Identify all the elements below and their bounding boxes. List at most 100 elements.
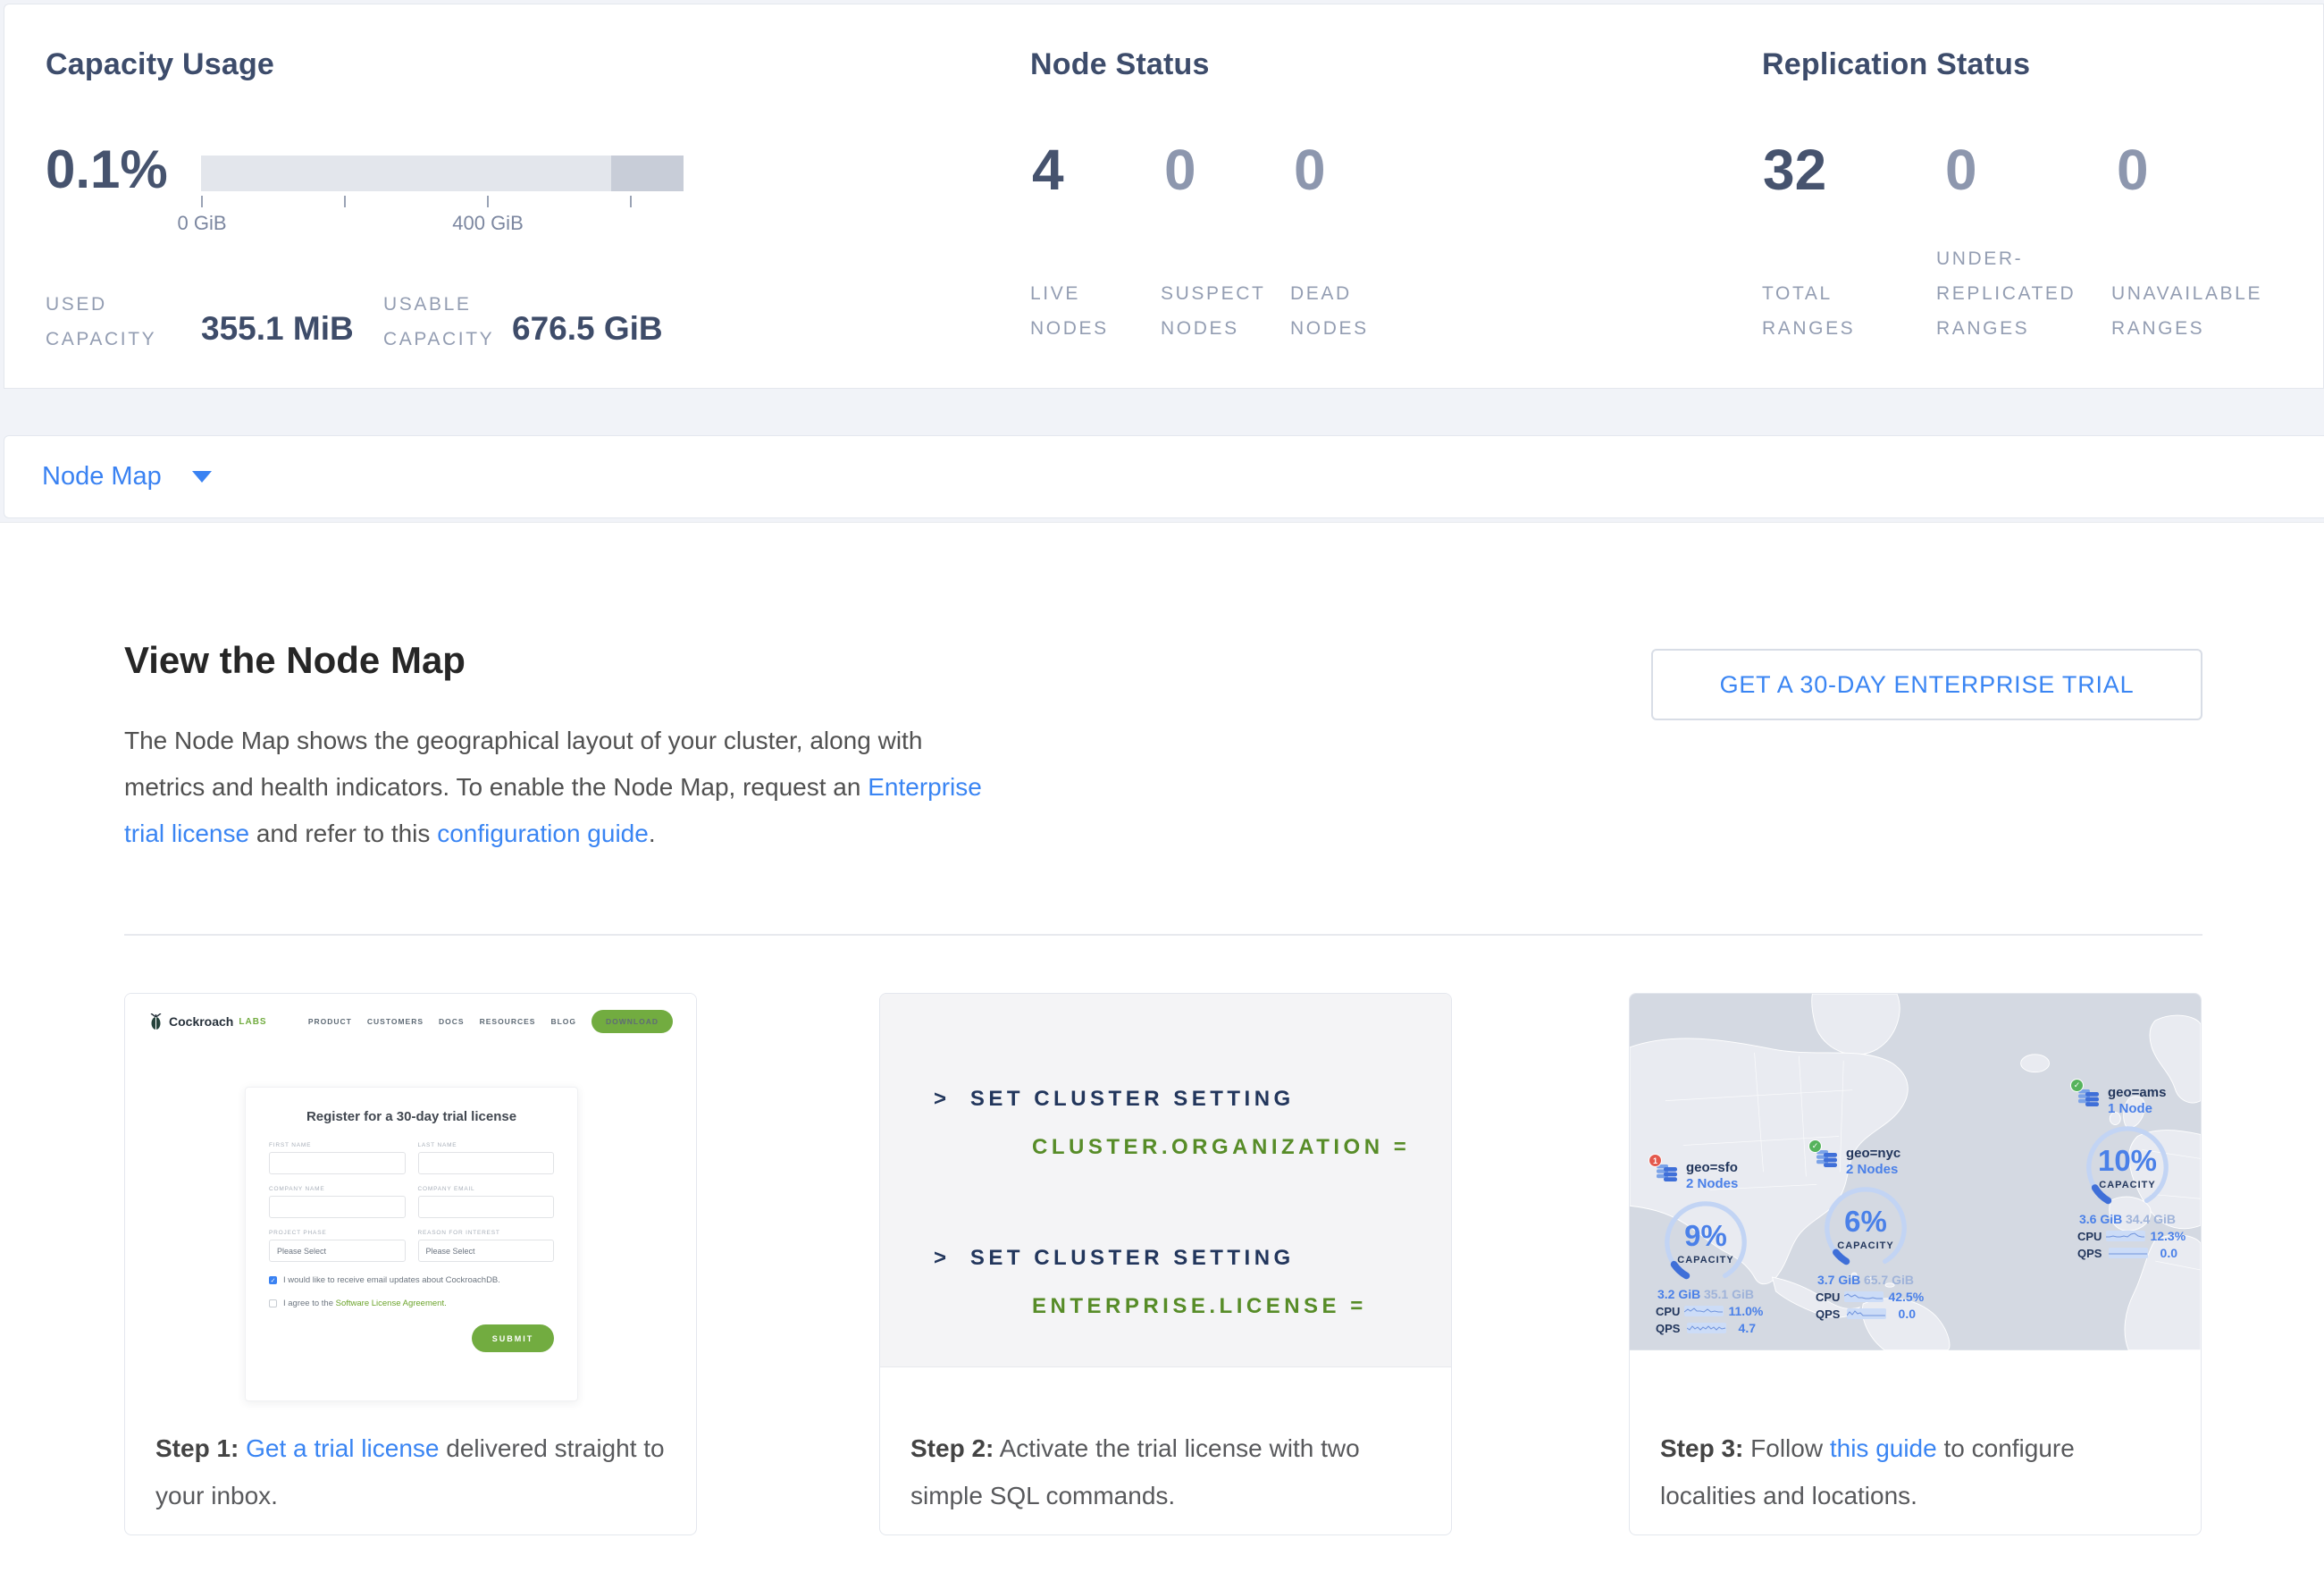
- mini-nav-links: PRODUCT CUSTOMERS DOCS RESOURCES BLOG DO…: [308, 1010, 673, 1033]
- under-replicated-label: UNDER-REPLICATED RANGES: [1936, 235, 2111, 346]
- mini-nav-item: PRODUCT: [308, 1017, 352, 1026]
- total-gib: 34.4 GiB: [2126, 1212, 2176, 1226]
- step3-card: 1 geo=sfo 2 Nodes 9% CAPACITY: [1629, 993, 2202, 1535]
- node-status-title: Node Status: [1030, 47, 1210, 82]
- intro-text: The Node Map shows the geographical layo…: [124, 727, 922, 801]
- cpu-value: 42.5%: [1888, 1290, 1924, 1304]
- brand-suffix: LABS: [239, 1017, 266, 1027]
- mini-reason-select: Please Select: [418, 1240, 555, 1262]
- step1-card: Cockroach LABS PRODUCT CUSTOMERS DOCS RE…: [124, 993, 697, 1535]
- usable-capacity-label: USABLE CAPACITY: [383, 287, 531, 357]
- capacity-gauge: 6% CAPACITY: [1823, 1185, 1909, 1271]
- cluster-node-count: 2 Nodes: [1846, 1162, 1900, 1178]
- get-trial-license-link[interactable]: Get a trial license: [246, 1434, 439, 1462]
- suspect-nodes-label: SUSPECT NODES: [1161, 269, 1284, 346]
- replication-status-title: Replication Status: [1762, 47, 2030, 82]
- mini-nav-item: BLOG: [550, 1017, 576, 1026]
- cluster-geo-sfo: 1 geo=sfo 2 Nodes 9% CAPACITY: [1656, 1160, 1756, 1335]
- nodemap-dropdown[interactable]: Node Map: [4, 435, 2324, 518]
- mini-company-name-input: [269, 1196, 406, 1218]
- configuration-guide-link[interactable]: configuration guide: [437, 820, 649, 847]
- mini-license-link: Software License Agreement.: [336, 1299, 447, 1308]
- capacity-axis-tick: [344, 196, 346, 207]
- database-stack-icon: ✓: [2077, 1085, 2101, 1110]
- cluster-geo-ams: ✓ geo=ams 1 Node 10% CAPACITY: [2077, 1085, 2177, 1260]
- intro-text: and refer to this: [256, 820, 431, 847]
- step2-caption: Step 2: Activate the trial license with …: [910, 1425, 1426, 1519]
- cockroach-bug-icon: [148, 1013, 164, 1030]
- mini-email-updates-checkbox: ✓: [269, 1276, 277, 1284]
- cluster-locality-label: geo=sfo: [1686, 1160, 1738, 1176]
- live-nodes-count: 4: [1032, 137, 1064, 203]
- cluster-locality-label: geo=nyc: [1846, 1146, 1900, 1162]
- mini-site-navbar: Cockroach LABS PRODUCT CUSTOMERS DOCS RE…: [125, 1001, 696, 1042]
- cpu-sparkline: [1684, 1306, 1724, 1316]
- used-gib: 3.7 GiB: [1817, 1273, 1860, 1287]
- capacity-caption: CAPACITY: [1663, 1255, 1749, 1265]
- used-gib: 3.6 GiB: [2079, 1212, 2122, 1226]
- cluster-locality-label: geo=ams: [2108, 1085, 2166, 1101]
- step1-prefix: Step 1:: [155, 1434, 239, 1462]
- database-stack-icon: 1: [1656, 1160, 1679, 1185]
- qps-sparkline: [1687, 1323, 1726, 1333]
- intro-paragraph: The Node Map shows the geographical layo…: [124, 718, 986, 857]
- step2-card: > SET CLUSTER SETTING CLUSTER.ORGANIZATI…: [879, 993, 1452, 1535]
- page-title: View the Node Map: [124, 639, 466, 682]
- capacity-gauge: 9% CAPACITY: [1663, 1199, 1749, 1285]
- this-guide-link[interactable]: this guide: [1830, 1434, 1937, 1462]
- mini-field-label: COMPANY NAME: [269, 1186, 406, 1192]
- mini-nav-item: CUSTOMERS: [367, 1017, 424, 1026]
- used-capacity-label: USED CAPACITY: [46, 287, 193, 357]
- capacity-percent-value: 10%: [2085, 1144, 2170, 1178]
- nodemap-dropdown-label: Node Map: [42, 462, 162, 492]
- capacity-axis-label-0: 0 GiB: [139, 212, 264, 235]
- mini-download-button: DOWNLOAD: [591, 1010, 673, 1033]
- usable-capacity-value: 676.5 GiB: [512, 310, 663, 348]
- section-divider: [124, 934, 2202, 936]
- capacity-percent: 0.1%: [46, 139, 168, 200]
- total-ranges-count: 32: [1763, 137, 1826, 203]
- live-nodes-label: LIVE NODES: [1030, 269, 1148, 346]
- mini-nav-item: DOCS: [439, 1017, 465, 1026]
- brand-name: Cockroach: [169, 1014, 233, 1029]
- cpu-sparkline: [2106, 1231, 2145, 1241]
- healthy-badge-icon: ✓: [2070, 1079, 2084, 1092]
- suspect-nodes-count: 0: [1164, 137, 1196, 203]
- qps-sparkline: [2109, 1248, 2148, 1258]
- used-capacity-value: 355.1 MiB: [201, 310, 354, 348]
- used-gib: 3.2 GiB: [1657, 1287, 1700, 1301]
- nodemap-promo-section: View the Node Map The Node Map shows the…: [0, 522, 2324, 1589]
- qps-label: QPS: [2077, 1247, 2104, 1260]
- qps-value: 4.7: [1739, 1321, 1756, 1335]
- nodemap-preview: 1 geo=sfo 2 Nodes 9% CAPACITY: [1630, 994, 2201, 1351]
- qps-value: 0.0: [2160, 1246, 2177, 1260]
- error-badge-icon: 1: [1649, 1154, 1662, 1167]
- trial-signup-screenshot: Cockroach LABS PRODUCT CUSTOMERS DOCS RE…: [125, 994, 696, 1410]
- capacity-caption: CAPACITY: [1823, 1240, 1909, 1251]
- mini-field-label: FIRST NAME: [269, 1142, 406, 1148]
- cpu-label: CPU: [1816, 1291, 1840, 1304]
- step2-prefix: Step 2:: [910, 1434, 994, 1462]
- mini-field-label: REASON FOR INTEREST: [418, 1230, 555, 1236]
- cluster-overview-page: Capacity Usage 0.1% 0 GiB 400 GiB USED C…: [0, 0, 2324, 1589]
- cockroach-labs-logo: Cockroach LABS: [148, 1013, 267, 1030]
- total-gib: 65.7 GiB: [1864, 1273, 1914, 1287]
- cluster-node-count: 1 Node: [2108, 1101, 2166, 1117]
- cpu-value: 12.3%: [2150, 1229, 2186, 1243]
- mini-checkbox-label: I would like to receive email updates ab…: [283, 1275, 500, 1285]
- cpu-value: 11.0%: [1728, 1304, 1763, 1318]
- mini-last-name-input: [418, 1152, 555, 1174]
- unavailable-label: UNAVAILABLE RANGES: [2111, 269, 2281, 346]
- unavailable-count: 0: [2117, 137, 2149, 203]
- cluster-summary-panel: Capacity Usage 0.1% 0 GiB 400 GiB USED C…: [4, 4, 2324, 389]
- capacity-axis-tick: [630, 196, 632, 207]
- cluster-node-count: 2 Nodes: [1686, 1176, 1738, 1192]
- get-enterprise-trial-button[interactable]: GET A 30-DAY ENTERPRISE TRIAL: [1651, 649, 2202, 720]
- mini-checkbox-label: I agree to the Software License Agreemen…: [283, 1299, 447, 1308]
- capacity-usage-title: Capacity Usage: [46, 47, 274, 82]
- dead-nodes-count: 0: [1294, 137, 1326, 203]
- chevron-down-icon: [192, 471, 212, 483]
- capacity-axis-tick: [487, 196, 489, 207]
- capacity-bar-reserved-segment: [611, 156, 684, 191]
- mini-company-email-input: [418, 1196, 555, 1218]
